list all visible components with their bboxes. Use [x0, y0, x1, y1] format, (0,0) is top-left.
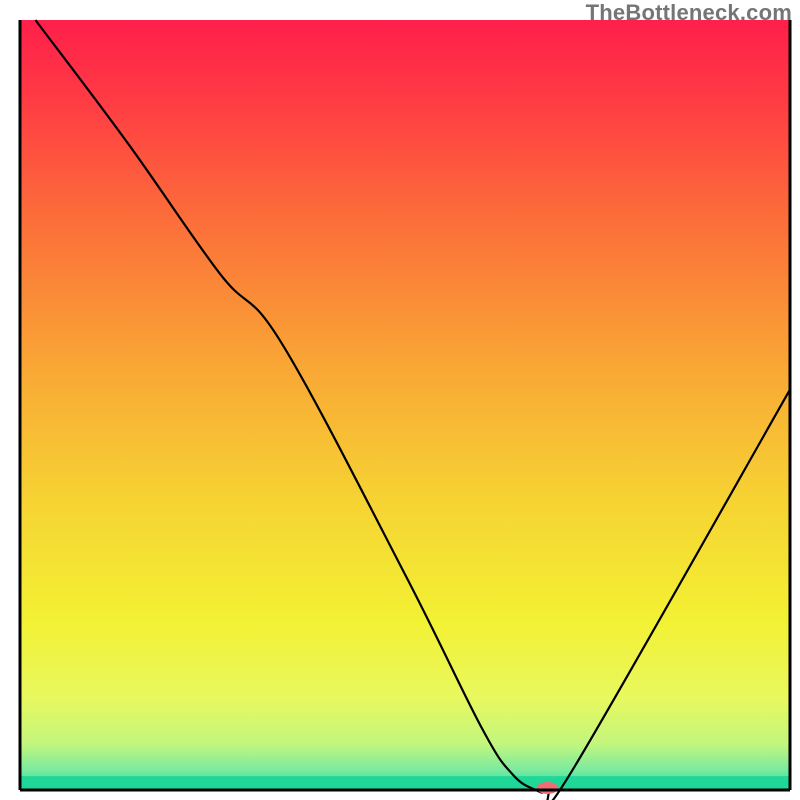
bottleneck-chart: TheBottleneck.com: [0, 0, 800, 800]
green-baseline: [20, 776, 790, 790]
bottleneck-marker: [536, 782, 558, 794]
gradient-bg: [20, 20, 790, 790]
chart-svg: [0, 0, 800, 800]
watermark-text: TheBottleneck.com: [586, 2, 792, 24]
